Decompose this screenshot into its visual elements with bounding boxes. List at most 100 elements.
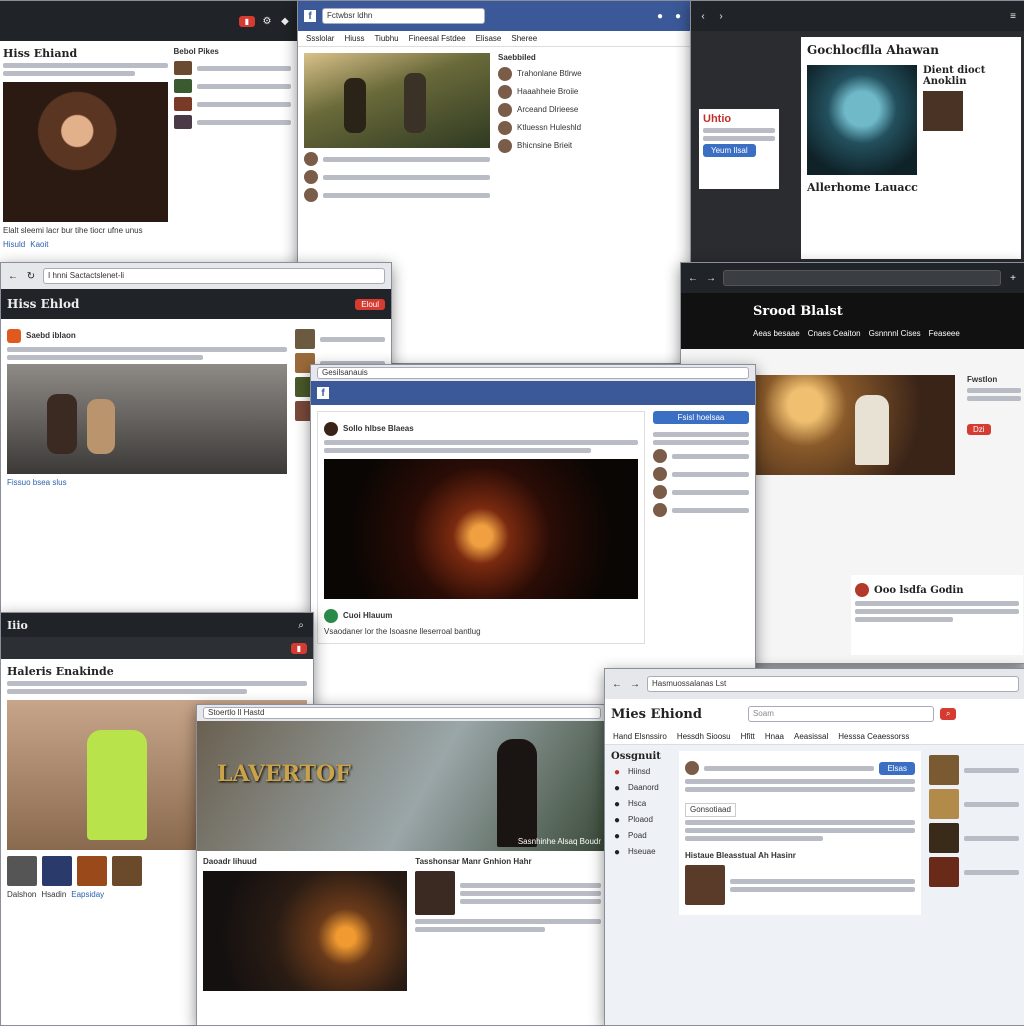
feed-item[interactable]: Arceand Dlrieese bbox=[517, 105, 578, 115]
back-icon[interactable]: ← bbox=[7, 270, 19, 282]
search-icon[interactable]: ⌕ bbox=[295, 619, 307, 631]
messages-icon[interactable]: ● bbox=[672, 10, 684, 22]
tab-5[interactable]: Elisase bbox=[476, 34, 502, 43]
bell-icon[interactable]: ◆ bbox=[279, 15, 291, 27]
avatar[interactable] bbox=[304, 152, 318, 166]
back-icon[interactable]: ← bbox=[687, 272, 699, 284]
reload-icon[interactable]: ↻ bbox=[25, 270, 37, 282]
plus-icon[interactable]: + bbox=[1007, 272, 1019, 284]
avatar[interactable] bbox=[304, 170, 318, 184]
red-button[interactable]: ▮ bbox=[238, 15, 255, 27]
thumbnail[interactable] bbox=[42, 856, 72, 886]
tab-1[interactable]: Ssslolar bbox=[306, 34, 334, 43]
thumbnail[interactable] bbox=[685, 865, 725, 905]
avatar[interactable] bbox=[324, 609, 338, 623]
feature-image[interactable] bbox=[807, 65, 917, 175]
avatar[interactable] bbox=[653, 485, 667, 499]
tab-4[interactable]: Fineesal Fstdee bbox=[409, 34, 466, 43]
thumbnail[interactable] bbox=[929, 755, 959, 785]
back-icon[interactable]: ← bbox=[611, 678, 623, 690]
profile-photo[interactable] bbox=[415, 871, 456, 915]
feed-item[interactable]: Ktluessn Huleshld bbox=[517, 123, 581, 133]
post-title[interactable]: Sollo hlbse Blaeas bbox=[343, 424, 414, 434]
side-button[interactable]: Dzi bbox=[967, 424, 991, 435]
post-image[interactable] bbox=[7, 364, 287, 474]
sidebar-item[interactable]: Daanord bbox=[628, 783, 659, 793]
address-bar[interactable]: I hnni Sactactslenet-li bbox=[43, 268, 385, 284]
forward-icon[interactable]: › bbox=[715, 10, 727, 22]
comment-author[interactable]: Cuoi Hlauum bbox=[343, 611, 392, 621]
search-input[interactable]: Fctwbsr ldhn bbox=[322, 8, 485, 24]
gear-icon[interactable]: ⚙ bbox=[261, 15, 273, 27]
menu-icon[interactable]: ≡ bbox=[1007, 10, 1019, 22]
avatar[interactable] bbox=[498, 103, 512, 117]
thumbnail[interactable] bbox=[173, 79, 192, 93]
post-link[interactable]: Fissuo bsea slus bbox=[7, 478, 287, 488]
sidebar-item[interactable]: Ploaod bbox=[628, 815, 653, 825]
tab-1[interactable]: Aeas besaae bbox=[753, 329, 800, 338]
avatar[interactable] bbox=[7, 329, 21, 343]
tab-6[interactable]: Sheree bbox=[511, 34, 537, 43]
avatar[interactable] bbox=[653, 503, 667, 517]
sidebar-item[interactable]: Hiinsd bbox=[628, 767, 650, 777]
thumbnail[interactable] bbox=[173, 61, 192, 75]
sidebar-item[interactable]: Hseuae bbox=[628, 847, 656, 857]
avatar[interactable] bbox=[324, 422, 338, 436]
tab-3[interactable]: Gsnnnnl Cises bbox=[869, 329, 921, 338]
avatar[interactable] bbox=[653, 467, 667, 481]
avatar[interactable] bbox=[498, 67, 512, 81]
feed-item[interactable]: Haaahheie Broiie bbox=[517, 87, 578, 97]
profile-photo[interactable] bbox=[923, 91, 963, 131]
thumbnail[interactable] bbox=[295, 329, 315, 349]
link-2[interactable]: Kaoit bbox=[30, 240, 48, 250]
tab-2[interactable]: Hiuss bbox=[344, 34, 364, 43]
avatar[interactable] bbox=[855, 583, 869, 597]
thumbnail[interactable] bbox=[77, 856, 107, 886]
link[interactable]: Eapsiday bbox=[71, 890, 104, 900]
nav-item-3[interactable]: Hfitt bbox=[741, 732, 755, 741]
back-icon[interactable]: ‹ bbox=[697, 10, 709, 22]
side-button[interactable]: Fsisl hoelsaa bbox=[653, 411, 749, 424]
sidebar-item[interactable]: Hsca bbox=[628, 799, 646, 809]
nav-item-6[interactable]: Hesssa Ceaessorss bbox=[838, 732, 909, 741]
header-button[interactable]: Eloul bbox=[355, 298, 385, 310]
thumbnail[interactable] bbox=[929, 823, 959, 853]
card-image[interactable] bbox=[203, 871, 408, 991]
video-frame[interactable] bbox=[755, 375, 955, 475]
reply-label[interactable]: Gonsotiaad bbox=[685, 803, 736, 817]
video-thumbnail[interactable] bbox=[3, 82, 168, 222]
search-button[interactable]: ⌕ bbox=[939, 708, 957, 720]
nav-item-2[interactable]: Hessdh Sioosu bbox=[677, 732, 731, 741]
post-button[interactable]: Elsas bbox=[879, 761, 915, 775]
promo-button[interactable]: Yeum Ilsal bbox=[703, 144, 756, 157]
tab-4[interactable]: Feaseee bbox=[929, 329, 960, 338]
feed-item[interactable]: Trahonlane Btlrwe bbox=[517, 69, 582, 79]
post-author[interactable]: Saebd iblaon bbox=[26, 331, 76, 341]
address-bar[interactable] bbox=[723, 270, 1001, 286]
avatar[interactable] bbox=[304, 188, 318, 202]
hero-banner[interactable]: LAVERTOF Sasnhinhe Alsaq Boudr bbox=[197, 721, 607, 851]
feed-item[interactable]: Bhicnsine Brieit bbox=[517, 141, 572, 151]
red-button[interactable]: ▮ bbox=[290, 642, 307, 654]
tab-2[interactable]: Cnaes Ceaiton bbox=[808, 329, 861, 338]
forward-icon[interactable]: → bbox=[705, 272, 717, 284]
avatar[interactable] bbox=[498, 139, 512, 153]
thumbnail[interactable] bbox=[929, 857, 959, 887]
thumbnail[interactable] bbox=[173, 97, 192, 111]
nav-item-4[interactable]: Hnaa bbox=[765, 732, 784, 741]
forward-icon[interactable]: → bbox=[629, 678, 641, 690]
post-image[interactable] bbox=[324, 459, 638, 599]
tab-3[interactable]: Tiubhu bbox=[374, 34, 398, 43]
thumbnail[interactable] bbox=[7, 856, 37, 886]
address-bar[interactable]: Stoertlo ll Hastd bbox=[203, 707, 601, 719]
post-image[interactable] bbox=[304, 53, 490, 148]
avatar[interactable] bbox=[653, 449, 667, 463]
address-bar[interactable]: Gesilsanauis bbox=[317, 367, 749, 379]
thumbnail[interactable] bbox=[173, 115, 192, 129]
nav-item-1[interactable]: Hand Elsnssiro bbox=[613, 732, 667, 741]
thumbnail[interactable] bbox=[112, 856, 142, 886]
avatar[interactable] bbox=[498, 85, 512, 99]
nav-item-5[interactable]: Aeasissal bbox=[794, 732, 828, 741]
address-bar[interactable]: Hasmuossalanas Lst bbox=[647, 676, 1019, 692]
link-1[interactable]: Hisuld bbox=[3, 240, 25, 250]
